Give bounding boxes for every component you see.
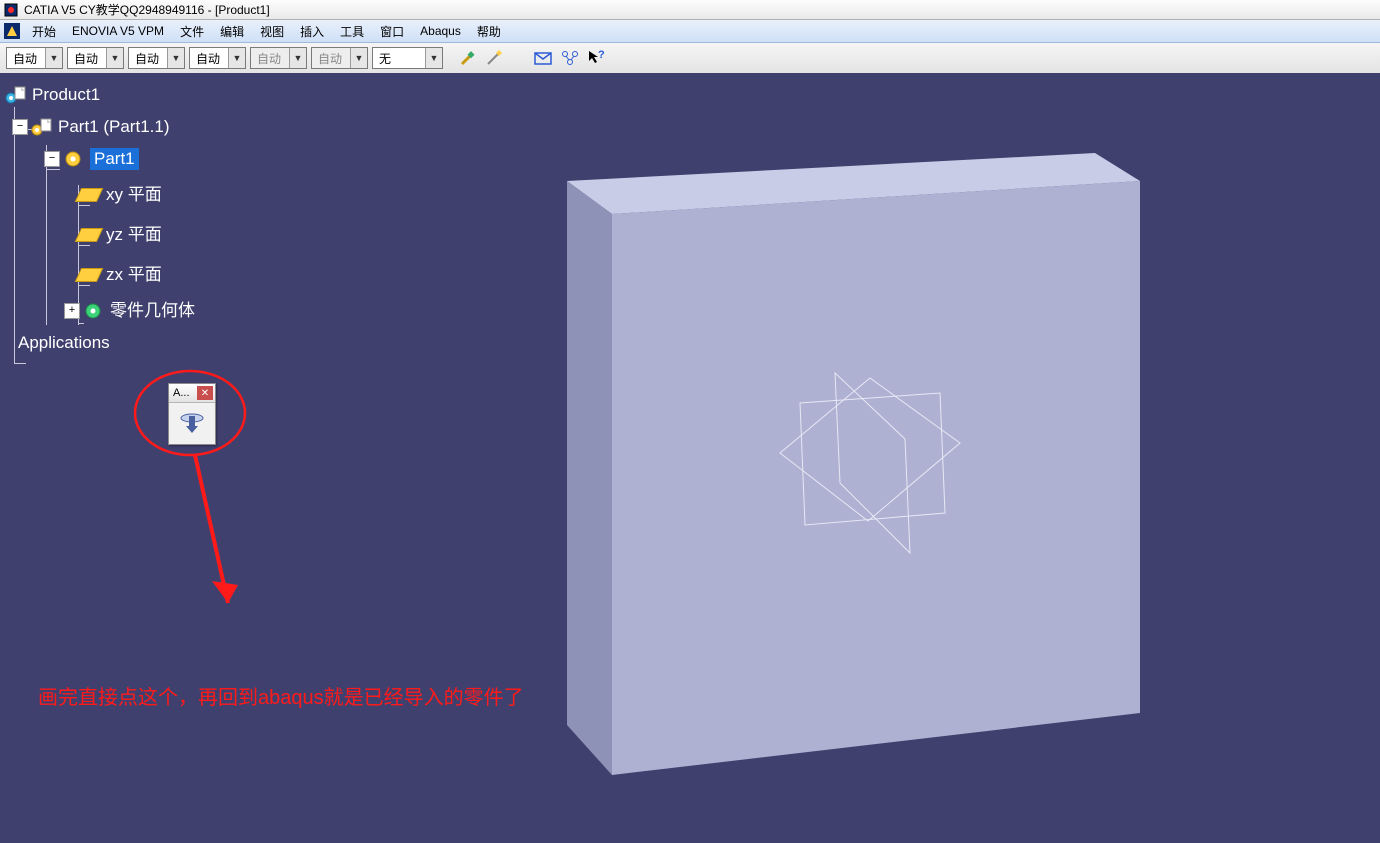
mail-icon[interactable] <box>533 47 555 69</box>
spec-tree[interactable]: Product1 − Part1 (Part1.1) − Part1 xy 平面… <box>4 79 195 359</box>
tree-plane-yz[interactable]: yz 平面 <box>78 215 195 255</box>
window-title: CATIA V5 CY教学QQ2948949116 - [Product1] <box>24 1 270 18</box>
tree-root-label: Product1 <box>32 84 100 106</box>
menu-tools[interactable]: 工具 <box>332 21 372 42</box>
menu-window[interactable]: 窗口 <box>372 21 412 42</box>
close-icon[interactable]: ✕ <box>197 386 213 400</box>
menu-enovia[interactable]: ENOVIA V5 VPM <box>64 22 172 40</box>
menu-view[interactable]: 视图 <box>252 21 292 42</box>
menubar: 开始 ENOVIA V5 VPM 文件 编辑 视图 插入 工具 窗口 Abaqu… <box>0 20 1380 43</box>
part-icon <box>62 149 84 169</box>
tree-part-instance[interactable]: − Part1 (Part1.1) <box>12 111 195 143</box>
collapse-icon[interactable]: − <box>12 119 28 135</box>
menu-abaqus[interactable]: Abaqus <box>412 22 469 40</box>
svg-text:?: ? <box>598 49 605 61</box>
toolbar: 自动▼ 自动▼ 自动▼ 自动▼ 自动▼ 自动▼ 无▼ ? <box>0 43 1380 74</box>
tree-plane-zx[interactable]: zx 平面 <box>78 255 195 295</box>
tree-body[interactable]: + 零件几何体 <box>64 295 195 327</box>
nodes-icon[interactable] <box>559 47 581 69</box>
menu-start[interactable]: 开始 <box>24 21 64 42</box>
tree-part[interactable]: − Part1 <box>44 143 195 175</box>
expand-icon[interactable]: + <box>64 303 80 319</box>
brush-icon[interactable] <box>457 47 479 69</box>
collapse-icon[interactable]: − <box>44 151 60 167</box>
abaqus-floating-toolbar[interactable]: A... ✕ <box>168 383 216 445</box>
combo-4[interactable]: 自动▼ <box>189 47 246 69</box>
combo-1[interactable]: 自动▼ <box>6 47 63 69</box>
combo-7[interactable]: 无▼ <box>372 47 443 69</box>
tree-root[interactable]: Product1 <box>4 79 195 111</box>
menu-file[interactable]: 文件 <box>172 21 212 42</box>
plane-icon <box>78 225 100 245</box>
annotation-text: 画完直接点这个，再回到abaqus就是已经导入的零件了 <box>38 681 524 710</box>
tree-plane-xy[interactable]: xy 平面 <box>78 175 195 215</box>
combo-2[interactable]: 自动▼ <box>67 47 124 69</box>
tree-body-label: 零件几何体 <box>110 300 195 322</box>
plane-icon <box>78 185 100 205</box>
product-icon <box>4 85 26 105</box>
tree-plane-yz-label: yz 平面 <box>106 224 162 246</box>
part-instance-icon <box>30 117 52 137</box>
floating-toolbar-title[interactable]: A... ✕ <box>169 384 215 403</box>
body-icon <box>82 301 104 321</box>
app-icon <box>4 3 18 17</box>
menu-help[interactable]: 帮助 <box>469 21 509 42</box>
tree-applications[interactable]: Applications <box>18 327 195 359</box>
combo-6[interactable]: 自动▼ <box>311 47 368 69</box>
wand-icon[interactable] <box>483 47 505 69</box>
tree-part-label: Part1 <box>90 148 139 170</box>
abaqus-export-button[interactable] <box>177 408 207 437</box>
help-pointer-icon[interactable]: ? <box>585 47 607 69</box>
tree-plane-zx-label: zx 平面 <box>106 264 162 286</box>
menu-insert[interactable]: 插入 <box>292 21 332 42</box>
combo-3[interactable]: 自动▼ <box>128 47 185 69</box>
model-3d <box>0 73 1380 843</box>
tree-part-instance-label: Part1 (Part1.1) <box>58 116 170 138</box>
tree-plane-xy-label: xy 平面 <box>106 184 162 206</box>
viewport-3d[interactable]: Product1 − Part1 (Part1.1) − Part1 xy 平面… <box>0 73 1380 843</box>
combo-5[interactable]: 自动▼ <box>250 47 307 69</box>
tree-applications-label: Applications <box>18 332 110 354</box>
menu-edit[interactable]: 编辑 <box>212 21 252 42</box>
start-icon <box>4 23 20 39</box>
floating-toolbar-title-text: A... <box>173 387 190 399</box>
window-titlebar: CATIA V5 CY教学QQ2948949116 - [Product1] <box>0 0 1380 20</box>
plane-icon <box>78 265 100 285</box>
